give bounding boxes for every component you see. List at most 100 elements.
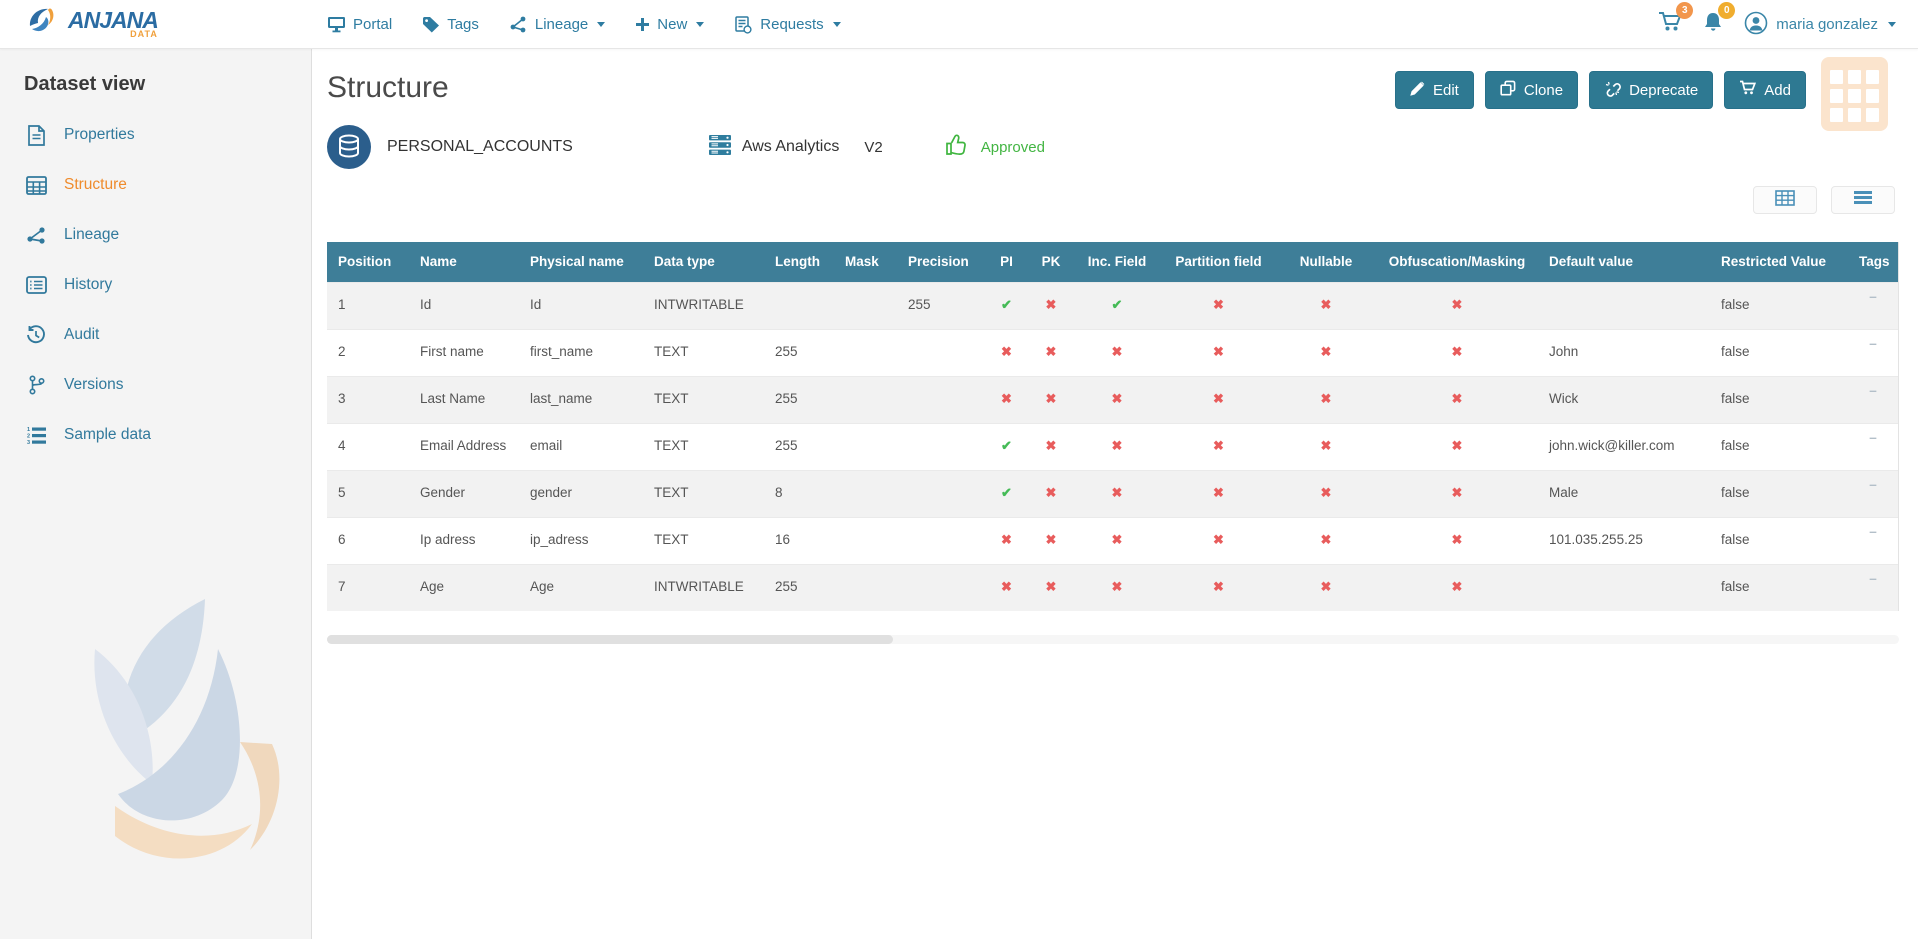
chevron-down-icon xyxy=(833,22,841,27)
table-row[interactable]: 2First namefirst_nameTEXT255✖✖✖✖✖✖Johnfa… xyxy=(327,329,1898,376)
cell-inc_field: ✖ xyxy=(1073,564,1161,611)
table-view-button[interactable] xyxy=(1753,186,1817,214)
cell-nullable: ✖ xyxy=(1276,376,1376,423)
cell-precision xyxy=(897,376,984,423)
table-row[interactable]: 4Email AddressemailTEXT255✔✖✖✖✖✖john.wic… xyxy=(327,423,1898,470)
scrollbar-thumb[interactable] xyxy=(327,635,893,644)
tags-placeholder: – xyxy=(1848,376,1898,423)
cell-precision xyxy=(897,564,984,611)
sidebar-item-properties[interactable]: Properties xyxy=(0,110,311,160)
cross-icon: ✖ xyxy=(1046,579,1057,594)
table-watermark-icon xyxy=(1821,57,1888,131)
cell-restricted_value: false xyxy=(1710,423,1848,470)
cell-position: 7 xyxy=(327,564,409,611)
button-label: Edit xyxy=(1433,82,1459,99)
horizontal-scrollbar[interactable] xyxy=(327,635,1899,644)
nav-item-lineage[interactable]: Lineage xyxy=(509,16,605,33)
lineage-icon xyxy=(24,226,48,245)
cell-position: 3 xyxy=(327,376,409,423)
cell-obfuscation: ✖ xyxy=(1376,282,1538,329)
cell-physical_name: Age xyxy=(519,564,643,611)
cell-pi: ✖ xyxy=(984,517,1029,564)
check-icon: ✔ xyxy=(1001,297,1012,312)
sidebar-item-structure[interactable]: Structure xyxy=(0,160,311,210)
cell-nullable: ✖ xyxy=(1276,470,1376,517)
cross-icon: ✖ xyxy=(1213,297,1224,312)
cross-icon: ✖ xyxy=(1213,485,1224,500)
table-icon xyxy=(24,176,48,195)
nav-item-tags[interactable]: Tags xyxy=(422,16,479,33)
cell-nullable: ✖ xyxy=(1276,282,1376,329)
action-buttons: Edit Clone Deprecate Add xyxy=(1395,71,1806,109)
cross-icon: ✖ xyxy=(1213,438,1224,453)
cross-icon: ✖ xyxy=(1213,579,1224,594)
cross-icon: ✖ xyxy=(1112,579,1123,594)
cell-obfuscation: ✖ xyxy=(1376,470,1538,517)
sidebar-item-versions[interactable]: Versions xyxy=(0,360,311,410)
column-header-name: Name xyxy=(409,242,519,282)
cell-name: Gender xyxy=(409,470,519,517)
cell-pi: ✖ xyxy=(984,329,1029,376)
cell-data_type: INTWRITABLE xyxy=(643,282,764,329)
cell-pi: ✖ xyxy=(984,376,1029,423)
column-header-tags: Tags xyxy=(1848,242,1898,282)
sidebar-item-label: Audit xyxy=(64,326,99,344)
cross-icon: ✖ xyxy=(1321,391,1332,406)
plus-icon xyxy=(635,17,650,32)
cross-icon: ✖ xyxy=(1321,485,1332,500)
sidebar-item-audit[interactable]: Audit xyxy=(0,310,311,360)
sidebar-item-label: Structure xyxy=(64,176,127,194)
clone-button[interactable]: Clone xyxy=(1485,71,1578,109)
svg-text:3: 3 xyxy=(27,440,30,445)
app-logo[interactable]: ANJANA DATA xyxy=(28,4,158,43)
nav-item-new[interactable]: New xyxy=(635,16,704,33)
table-row[interactable]: 5GendergenderTEXT8✔✖✖✖✖✖Malefalse– xyxy=(327,470,1898,517)
chevron-down-icon xyxy=(696,22,704,27)
notifications-button[interactable]: 0 xyxy=(1702,11,1724,38)
sidebar-item-sample-data[interactable]: 123 Sample data xyxy=(0,410,311,460)
cross-icon: ✖ xyxy=(1452,344,1463,359)
cell-pk: ✖ xyxy=(1029,517,1073,564)
list-view-button[interactable] xyxy=(1831,186,1895,214)
cell-obfuscation: ✖ xyxy=(1376,376,1538,423)
deprecate-button[interactable]: Deprecate xyxy=(1589,71,1713,109)
cross-icon: ✖ xyxy=(1112,438,1123,453)
cell-physical_name: email xyxy=(519,423,643,470)
cell-precision xyxy=(897,423,984,470)
cell-pk: ✖ xyxy=(1029,376,1073,423)
cross-icon: ✖ xyxy=(1321,344,1332,359)
cell-position: 1 xyxy=(327,282,409,329)
edit-button[interactable]: Edit xyxy=(1395,71,1474,109)
table-row[interactable]: 3Last Namelast_nameTEXT255✖✖✖✖✖✖Wickfals… xyxy=(327,376,1898,423)
user-menu[interactable]: maria gonzalez xyxy=(1744,11,1896,39)
cell-data_type: TEXT xyxy=(643,329,764,376)
add-button[interactable]: Add xyxy=(1724,71,1806,109)
table-row[interactable]: 7AgeAgeINTWRITABLE255✖✖✖✖✖✖false– xyxy=(327,564,1898,611)
nav-item-requests[interactable]: Requests xyxy=(734,16,840,34)
cell-data_type: TEXT xyxy=(643,423,764,470)
cross-icon: ✖ xyxy=(1452,532,1463,547)
sidebar-item-lineage[interactable]: Lineage xyxy=(0,210,311,260)
sidebar-item-history[interactable]: History xyxy=(0,260,311,310)
cross-icon: ✖ xyxy=(1452,579,1463,594)
button-label: Add xyxy=(1764,82,1791,99)
cross-icon: ✖ xyxy=(1321,579,1332,594)
cart-count-badge: 3 xyxy=(1676,2,1693,19)
cross-icon: ✖ xyxy=(1452,438,1463,453)
column-header-partition_field: Partition field xyxy=(1161,242,1276,282)
column-header-nullable: Nullable xyxy=(1276,242,1376,282)
nav-item-portal[interactable]: Portal xyxy=(327,16,392,33)
column-header-restricted_value: Restricted Value xyxy=(1710,242,1848,282)
cross-icon: ✖ xyxy=(1001,344,1012,359)
list-view-icon xyxy=(1853,190,1873,210)
cross-icon: ✖ xyxy=(1213,344,1224,359)
cart-button[interactable]: 3 xyxy=(1658,11,1682,38)
column-header-inc_field: Inc. Field xyxy=(1073,242,1161,282)
column-header-mask: Mask xyxy=(834,242,897,282)
table-row[interactable]: 6Ip adressip_adressTEXT16✖✖✖✖✖✖101.035.2… xyxy=(327,517,1898,564)
cross-icon: ✖ xyxy=(1321,532,1332,547)
sidebar-item-label: Properties xyxy=(64,126,135,144)
structure-table: PositionNamePhysical nameData typeLength… xyxy=(327,242,1898,611)
history-clock-icon xyxy=(24,325,48,345)
table-row[interactable]: 1IdIdINTWRITABLE255✔✖✔✖✖✖false– xyxy=(327,282,1898,329)
